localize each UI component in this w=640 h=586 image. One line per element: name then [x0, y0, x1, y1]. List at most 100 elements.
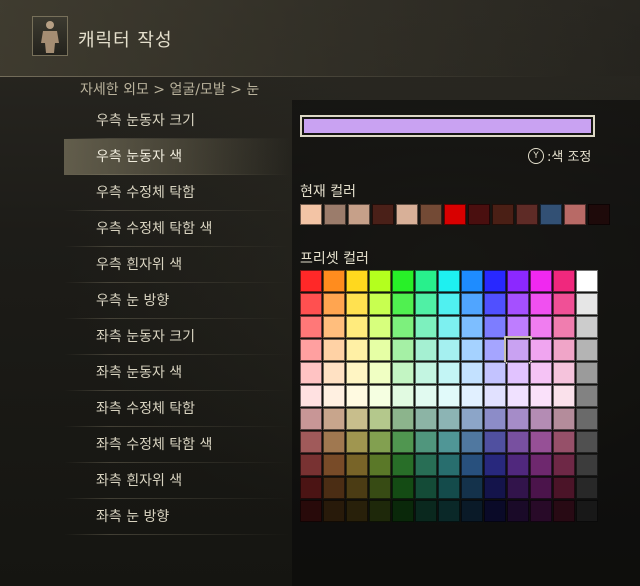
preset-color-swatch[interactable] — [300, 316, 322, 338]
preset-color-swatch[interactable] — [553, 408, 575, 430]
preset-color-swatch[interactable] — [507, 500, 529, 522]
preset-color-swatch[interactable] — [346, 431, 368, 453]
preset-color-swatch[interactable] — [323, 293, 345, 315]
menu-item[interactable]: 좌측 수정체 탁함 — [64, 391, 290, 427]
preset-color-swatch[interactable] — [461, 454, 483, 476]
preset-color-swatch[interactable] — [415, 454, 437, 476]
preset-color-swatch[interactable] — [392, 270, 414, 292]
preset-color-swatch[interactable] — [300, 385, 322, 407]
preset-color-swatch[interactable] — [300, 293, 322, 315]
preset-color-swatch[interactable] — [530, 316, 552, 338]
preset-color-swatch[interactable] — [323, 270, 345, 292]
preset-color-swatch[interactable] — [300, 362, 322, 384]
preset-color-swatch[interactable] — [576, 339, 598, 361]
preset-color-swatch[interactable] — [576, 293, 598, 315]
preset-color-swatch[interactable] — [346, 316, 368, 338]
preset-color-swatch[interactable] — [369, 408, 391, 430]
preset-color-swatch[interactable] — [392, 339, 414, 361]
preset-color-swatch[interactable] — [323, 477, 345, 499]
preset-color-swatch[interactable] — [461, 270, 483, 292]
preset-color-swatch[interactable] — [415, 500, 437, 522]
preset-color-swatch[interactable] — [438, 431, 460, 453]
preset-color-swatch[interactable] — [323, 385, 345, 407]
preset-color-swatch[interactable] — [530, 385, 552, 407]
menu-item[interactable]: 우측 수정체 탁함 — [64, 175, 290, 211]
preset-color-swatch[interactable] — [484, 385, 506, 407]
preset-color-swatch[interactable] — [553, 339, 575, 361]
preset-color-swatch[interactable] — [576, 454, 598, 476]
preset-color-swatch[interactable] — [530, 408, 552, 430]
preset-color-swatch[interactable] — [507, 454, 529, 476]
preset-color-swatch[interactable] — [553, 362, 575, 384]
current-color-swatch[interactable] — [396, 204, 418, 225]
preset-color-swatch[interactable] — [323, 431, 345, 453]
preset-color-swatch[interactable] — [484, 500, 506, 522]
menu-item[interactable]: 좌측 눈 방향 — [64, 499, 290, 535]
preset-color-swatch[interactable] — [461, 362, 483, 384]
preset-color-swatch[interactable] — [507, 385, 529, 407]
preset-color-swatch[interactable] — [530, 339, 552, 361]
preset-color-swatch[interactable] — [369, 270, 391, 292]
preset-color-swatch[interactable] — [507, 293, 529, 315]
preset-color-swatch[interactable] — [415, 270, 437, 292]
preset-color-swatch[interactable] — [461, 477, 483, 499]
preset-color-swatch[interactable] — [392, 316, 414, 338]
preset-color-swatch[interactable] — [576, 316, 598, 338]
preset-color-swatch[interactable] — [484, 339, 506, 361]
preset-color-swatch[interactable] — [438, 362, 460, 384]
preset-color-swatch[interactable] — [484, 477, 506, 499]
preset-color-swatch[interactable] — [415, 477, 437, 499]
preset-color-swatch[interactable] — [507, 408, 529, 430]
menu-item[interactable]: 우측 흰자위 색 — [64, 247, 290, 283]
preset-color-swatch[interactable] — [504, 336, 532, 364]
preset-color-swatch[interactable] — [484, 454, 506, 476]
preset-color-swatch[interactable] — [392, 385, 414, 407]
menu-item[interactable]: 좌측 수정체 탁함 색 — [64, 427, 290, 463]
preset-color-swatch[interactable] — [346, 408, 368, 430]
preset-color-swatch[interactable] — [438, 477, 460, 499]
current-color-swatch[interactable] — [564, 204, 586, 225]
preset-color-swatch[interactable] — [530, 477, 552, 499]
preset-color-swatch[interactable] — [323, 454, 345, 476]
preset-color-swatch[interactable] — [461, 500, 483, 522]
current-color-swatch[interactable] — [372, 204, 394, 225]
preset-color-swatch[interactable] — [461, 293, 483, 315]
preset-color-swatch[interactable] — [392, 293, 414, 315]
preset-color-swatch[interactable] — [392, 500, 414, 522]
preset-color-swatch[interactable] — [392, 454, 414, 476]
current-color-swatch[interactable] — [540, 204, 562, 225]
preset-color-swatch[interactable] — [392, 431, 414, 453]
preset-color-swatch[interactable] — [484, 316, 506, 338]
selected-color-bar[interactable] — [300, 115, 595, 137]
preset-color-swatch[interactable] — [484, 408, 506, 430]
preset-color-swatch[interactable] — [576, 362, 598, 384]
preset-color-swatch[interactable] — [576, 385, 598, 407]
preset-color-swatch[interactable] — [300, 431, 322, 453]
preset-color-swatch[interactable] — [369, 339, 391, 361]
preset-color-swatch[interactable] — [415, 316, 437, 338]
preset-color-swatch[interactable] — [438, 500, 460, 522]
preset-color-swatch[interactable] — [461, 385, 483, 407]
preset-color-swatch[interactable] — [300, 477, 322, 499]
menu-item[interactable]: 우측 수정체 탁함 색 — [64, 211, 290, 247]
preset-color-swatch[interactable] — [438, 270, 460, 292]
preset-color-swatch[interactable] — [438, 385, 460, 407]
preset-color-swatch[interactable] — [346, 477, 368, 499]
current-color-swatch[interactable] — [468, 204, 490, 225]
preset-color-swatch[interactable] — [484, 431, 506, 453]
preset-color-swatch[interactable] — [300, 270, 322, 292]
preset-color-swatch[interactable] — [346, 293, 368, 315]
menu-item[interactable]: 좌측 흰자위 색 — [64, 463, 290, 499]
preset-color-swatch[interactable] — [461, 408, 483, 430]
preset-color-swatch[interactable] — [553, 431, 575, 453]
preset-color-swatch[interactable] — [346, 454, 368, 476]
preset-color-swatch[interactable] — [323, 500, 345, 522]
current-color-swatch[interactable] — [516, 204, 538, 225]
preset-color-swatch[interactable] — [553, 316, 575, 338]
preset-color-swatch[interactable] — [438, 339, 460, 361]
preset-color-swatch[interactable] — [530, 270, 552, 292]
preset-color-swatch[interactable] — [553, 500, 575, 522]
preset-color-swatch[interactable] — [461, 339, 483, 361]
preset-color-swatch[interactable] — [415, 339, 437, 361]
preset-color-swatch[interactable] — [300, 339, 322, 361]
